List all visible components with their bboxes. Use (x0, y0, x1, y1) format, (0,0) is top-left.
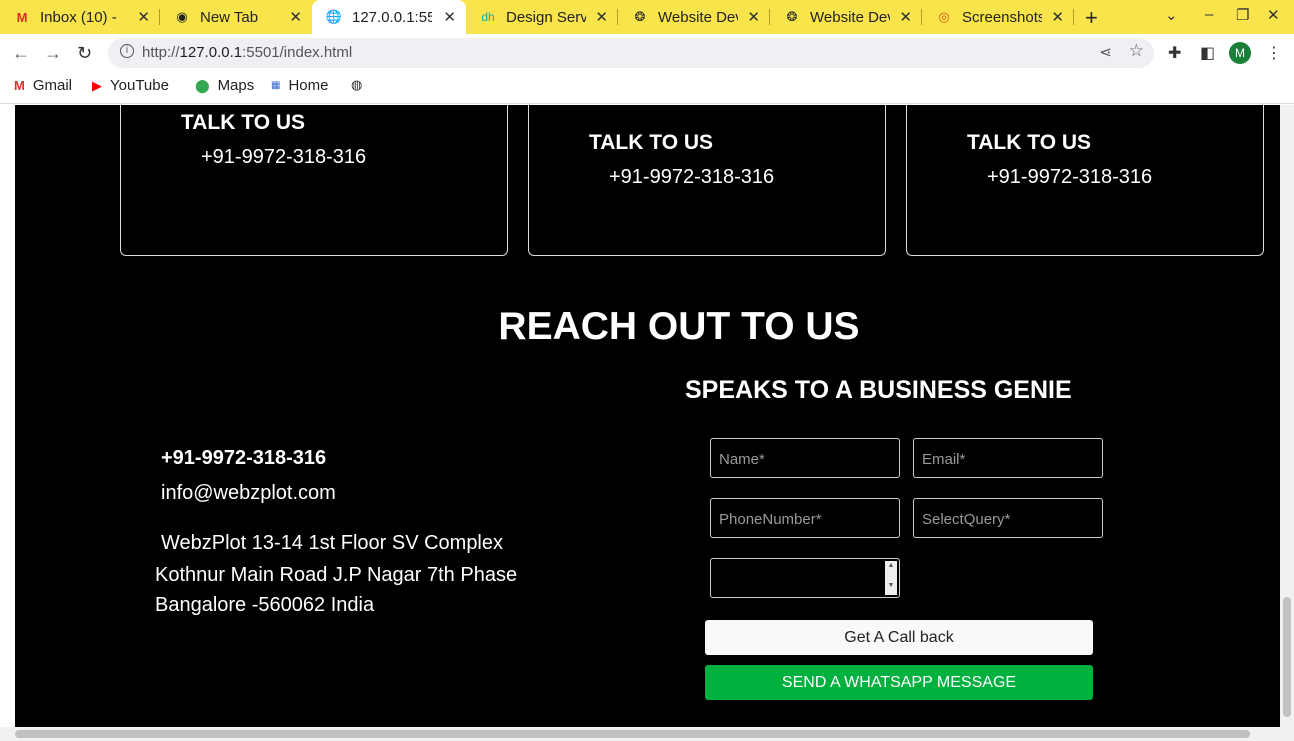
url-text[interactable]: http://127.0.0.1:5501/index.html (142, 44, 352, 61)
browser-toolbar: ← → ↻ i http://127.0.0.1:5501/index.html… (0, 34, 1294, 72)
dh-icon: dh (481, 10, 495, 24)
contact-address: WebzPlot 13-14 1st Floor SV Complex Koth… (155, 532, 518, 616)
name-input[interactable]: Name* (710, 438, 900, 478)
vertical-scrollbar[interactable] (1280, 105, 1294, 741)
globe-icon: 🌐 (325, 9, 343, 24)
openai-icon: ❂ (786, 9, 798, 24)
horizontal-scrollbar[interactable] (0, 727, 1280, 741)
card-heading: TALK TO US (181, 111, 306, 134)
chrome-icon: ◉ (176, 9, 188, 24)
card-phone[interactable]: +91-9972-318-316 (609, 166, 774, 189)
tab-title: Inbox (10) - m (40, 8, 120, 26)
bookmarks-bar: M Gmail ▶ YouTube ⬤ Maps ▦ Home ◍ (0, 72, 1294, 104)
tab-gmail[interactable]: M Inbox (10) - m ✕ (0, 0, 160, 34)
close-window-icon[interactable]: ✕ (1267, 6, 1280, 24)
bookmark-maps[interactable]: ⬤ Maps (195, 77, 254, 94)
query-select[interactable]: SelectQuery* (913, 498, 1103, 538)
close-tab-icon[interactable]: ✕ (1051, 8, 1064, 26)
minimize-icon[interactable]: – (1205, 6, 1213, 23)
talk-card: TALK TO US +91-9972-318-316 (906, 105, 1264, 256)
home-site-icon: ▦ (271, 80, 281, 91)
reload-icon[interactable]: ↻ (77, 43, 92, 64)
scroll-thumb[interactable] (15, 730, 1250, 738)
tab-design-services[interactable]: dh Design Servi ✕ (466, 0, 618, 34)
tab-website-dev-2[interactable]: ❂ Website Dev ✕ (770, 0, 922, 34)
close-tab-icon[interactable]: ✕ (595, 8, 608, 26)
card-phone[interactable]: +91-9972-318-316 (987, 166, 1152, 189)
reach-title: REACH OUT TO US (498, 305, 860, 348)
menu-kebab-icon[interactable]: ⋮ (1266, 43, 1282, 63)
tab-title: Website Dev (658, 8, 738, 26)
profile-avatar[interactable]: M (1229, 42, 1251, 64)
tab-title: New Tab (200, 8, 259, 26)
gmail-icon: M (16, 9, 28, 25)
share-icon[interactable]: ⋖ (1099, 43, 1112, 61)
ubuntu-icon: ◎ (938, 9, 950, 24)
bookmark-gmail[interactable]: M Gmail (14, 77, 72, 94)
close-tab-icon[interactable]: ✕ (899, 8, 912, 26)
callback-button[interactable]: Get A Call back (705, 620, 1093, 655)
tab-search-icon[interactable]: ⌄ (1165, 6, 1178, 24)
contact-email[interactable]: info@webzplot.com (155, 482, 336, 505)
tab-title: Website Dev (810, 8, 890, 26)
youtube-icon: ▶ (92, 77, 102, 93)
tab-localhost[interactable]: 🌐 127.0.0.1:550 ✕ (312, 0, 466, 34)
bookmark-star-icon[interactable]: ☆ (1129, 41, 1144, 61)
card-phone[interactable]: +91-9972-318-316 (201, 146, 366, 169)
tab-title: Design Servi (506, 8, 586, 26)
scroll-thumb[interactable] (1283, 597, 1291, 717)
close-tab-icon[interactable]: ✕ (289, 8, 302, 26)
site-info-icon[interactable]: i (120, 44, 134, 58)
spin-arrows-icon[interactable]: ▲ ▼ (885, 561, 897, 595)
talk-card: TALK TO US +91-9972-318-316 (120, 105, 508, 256)
tab-title: 127.0.0.1:550 (352, 8, 432, 26)
tab-screenshots[interactable]: ◎ Screenshots ✕ (922, 0, 1074, 34)
tab-new-tab[interactable]: ◉ New Tab ✕ (160, 0, 312, 34)
genie-subtitle: SPEAKS TO A BUSINESS GENIE (685, 376, 1072, 404)
tab-website-dev-1[interactable]: ❂ Website Dev ✕ (618, 0, 770, 34)
message-textarea[interactable]: ▲ ▼ (710, 558, 900, 598)
talk-card: TALK TO US +91-9972-318-316 (528, 105, 886, 256)
side-panel-icon[interactable]: ◧ (1200, 43, 1215, 63)
maps-pin-icon: ⬤ (195, 77, 210, 93)
phone-input[interactable]: PhoneNumber* (710, 498, 900, 538)
restore-icon[interactable]: ❐ (1236, 6, 1249, 24)
email-input[interactable]: Email* (913, 438, 1103, 478)
page-viewport: TALK TO US +91-9972-318-316 TALK TO US +… (0, 105, 1294, 741)
new-tab-icon[interactable]: + (1085, 5, 1098, 31)
globe-icon: ◍ (351, 77, 363, 92)
close-tab-icon[interactable]: ✕ (747, 8, 760, 26)
address-bar[interactable]: i http://127.0.0.1:5501/index.html ⋖ ☆ (108, 38, 1154, 68)
gmail-icon: M (14, 78, 25, 93)
extensions-icon[interactable]: ✚ (1168, 43, 1181, 63)
close-tab-icon[interactable]: ✕ (443, 8, 456, 26)
forward-icon[interactable]: → (44, 43, 62, 64)
bookmark-globe[interactable]: ◍ (351, 77, 370, 93)
tab-strip: M Inbox (10) - m ✕ ◉ New Tab ✕ 🌐 127.0.0… (0, 0, 1294, 34)
back-icon[interactable]: ← (12, 43, 30, 64)
whatsapp-button[interactable]: SEND A WHATSAPP MESSAGE (705, 665, 1093, 700)
close-tab-icon[interactable]: ✕ (137, 8, 150, 26)
openai-icon: ❂ (634, 9, 646, 24)
bookmark-home[interactable]: ▦ Home (271, 77, 328, 94)
card-heading: TALK TO US (967, 131, 1092, 154)
card-heading: TALK TO US (589, 131, 714, 154)
contact-phone[interactable]: +91-9972-318-316 (155, 447, 326, 470)
tab-title: Screenshots (962, 8, 1042, 26)
bookmark-youtube[interactable]: ▶ YouTube (92, 77, 169, 94)
